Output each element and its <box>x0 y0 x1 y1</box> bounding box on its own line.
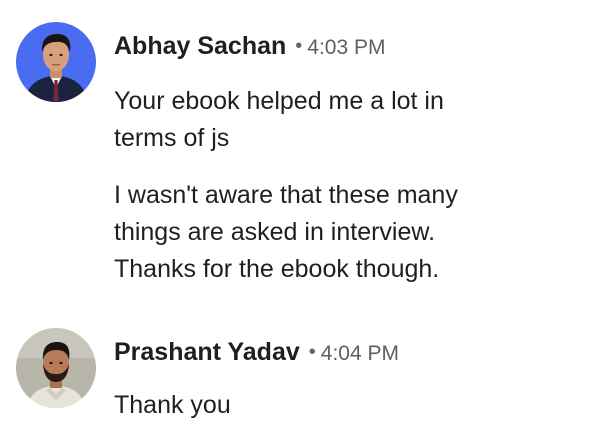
message-text: Your ebook helped me a lot in terms of j… <box>114 83 604 157</box>
separator-dot: • <box>295 35 303 57</box>
avatar[interactable] <box>16 22 96 102</box>
avatar-photo-icon <box>16 328 96 408</box>
message-text-line: Thank you <box>114 391 231 419</box>
message-text-line: Your ebook helped me a lot in terms of j… <box>114 87 444 152</box>
separator-dot: • <box>308 341 316 363</box>
author-name[interactable]: Abhay Sachan <box>114 32 286 60</box>
timestamp[interactable]: 4:04 PM <box>321 342 399 365</box>
message-text-line: I wasn't aware that these many things ar… <box>114 181 458 283</box>
message-header: Abhay Sachan • 4:03 PM <box>114 31 386 65</box>
message-text: Thank you <box>114 387 604 424</box>
avatar[interactable] <box>16 328 96 408</box>
avatar-photo-icon <box>16 22 96 102</box>
timestamp[interactable]: 4:03 PM <box>307 36 385 59</box>
author-name[interactable]: Prashant Yadav <box>114 338 300 366</box>
message-text: I wasn't aware that these many things ar… <box>114 177 604 288</box>
message-header: Prashant Yadav • 4:04 PM <box>114 337 399 371</box>
